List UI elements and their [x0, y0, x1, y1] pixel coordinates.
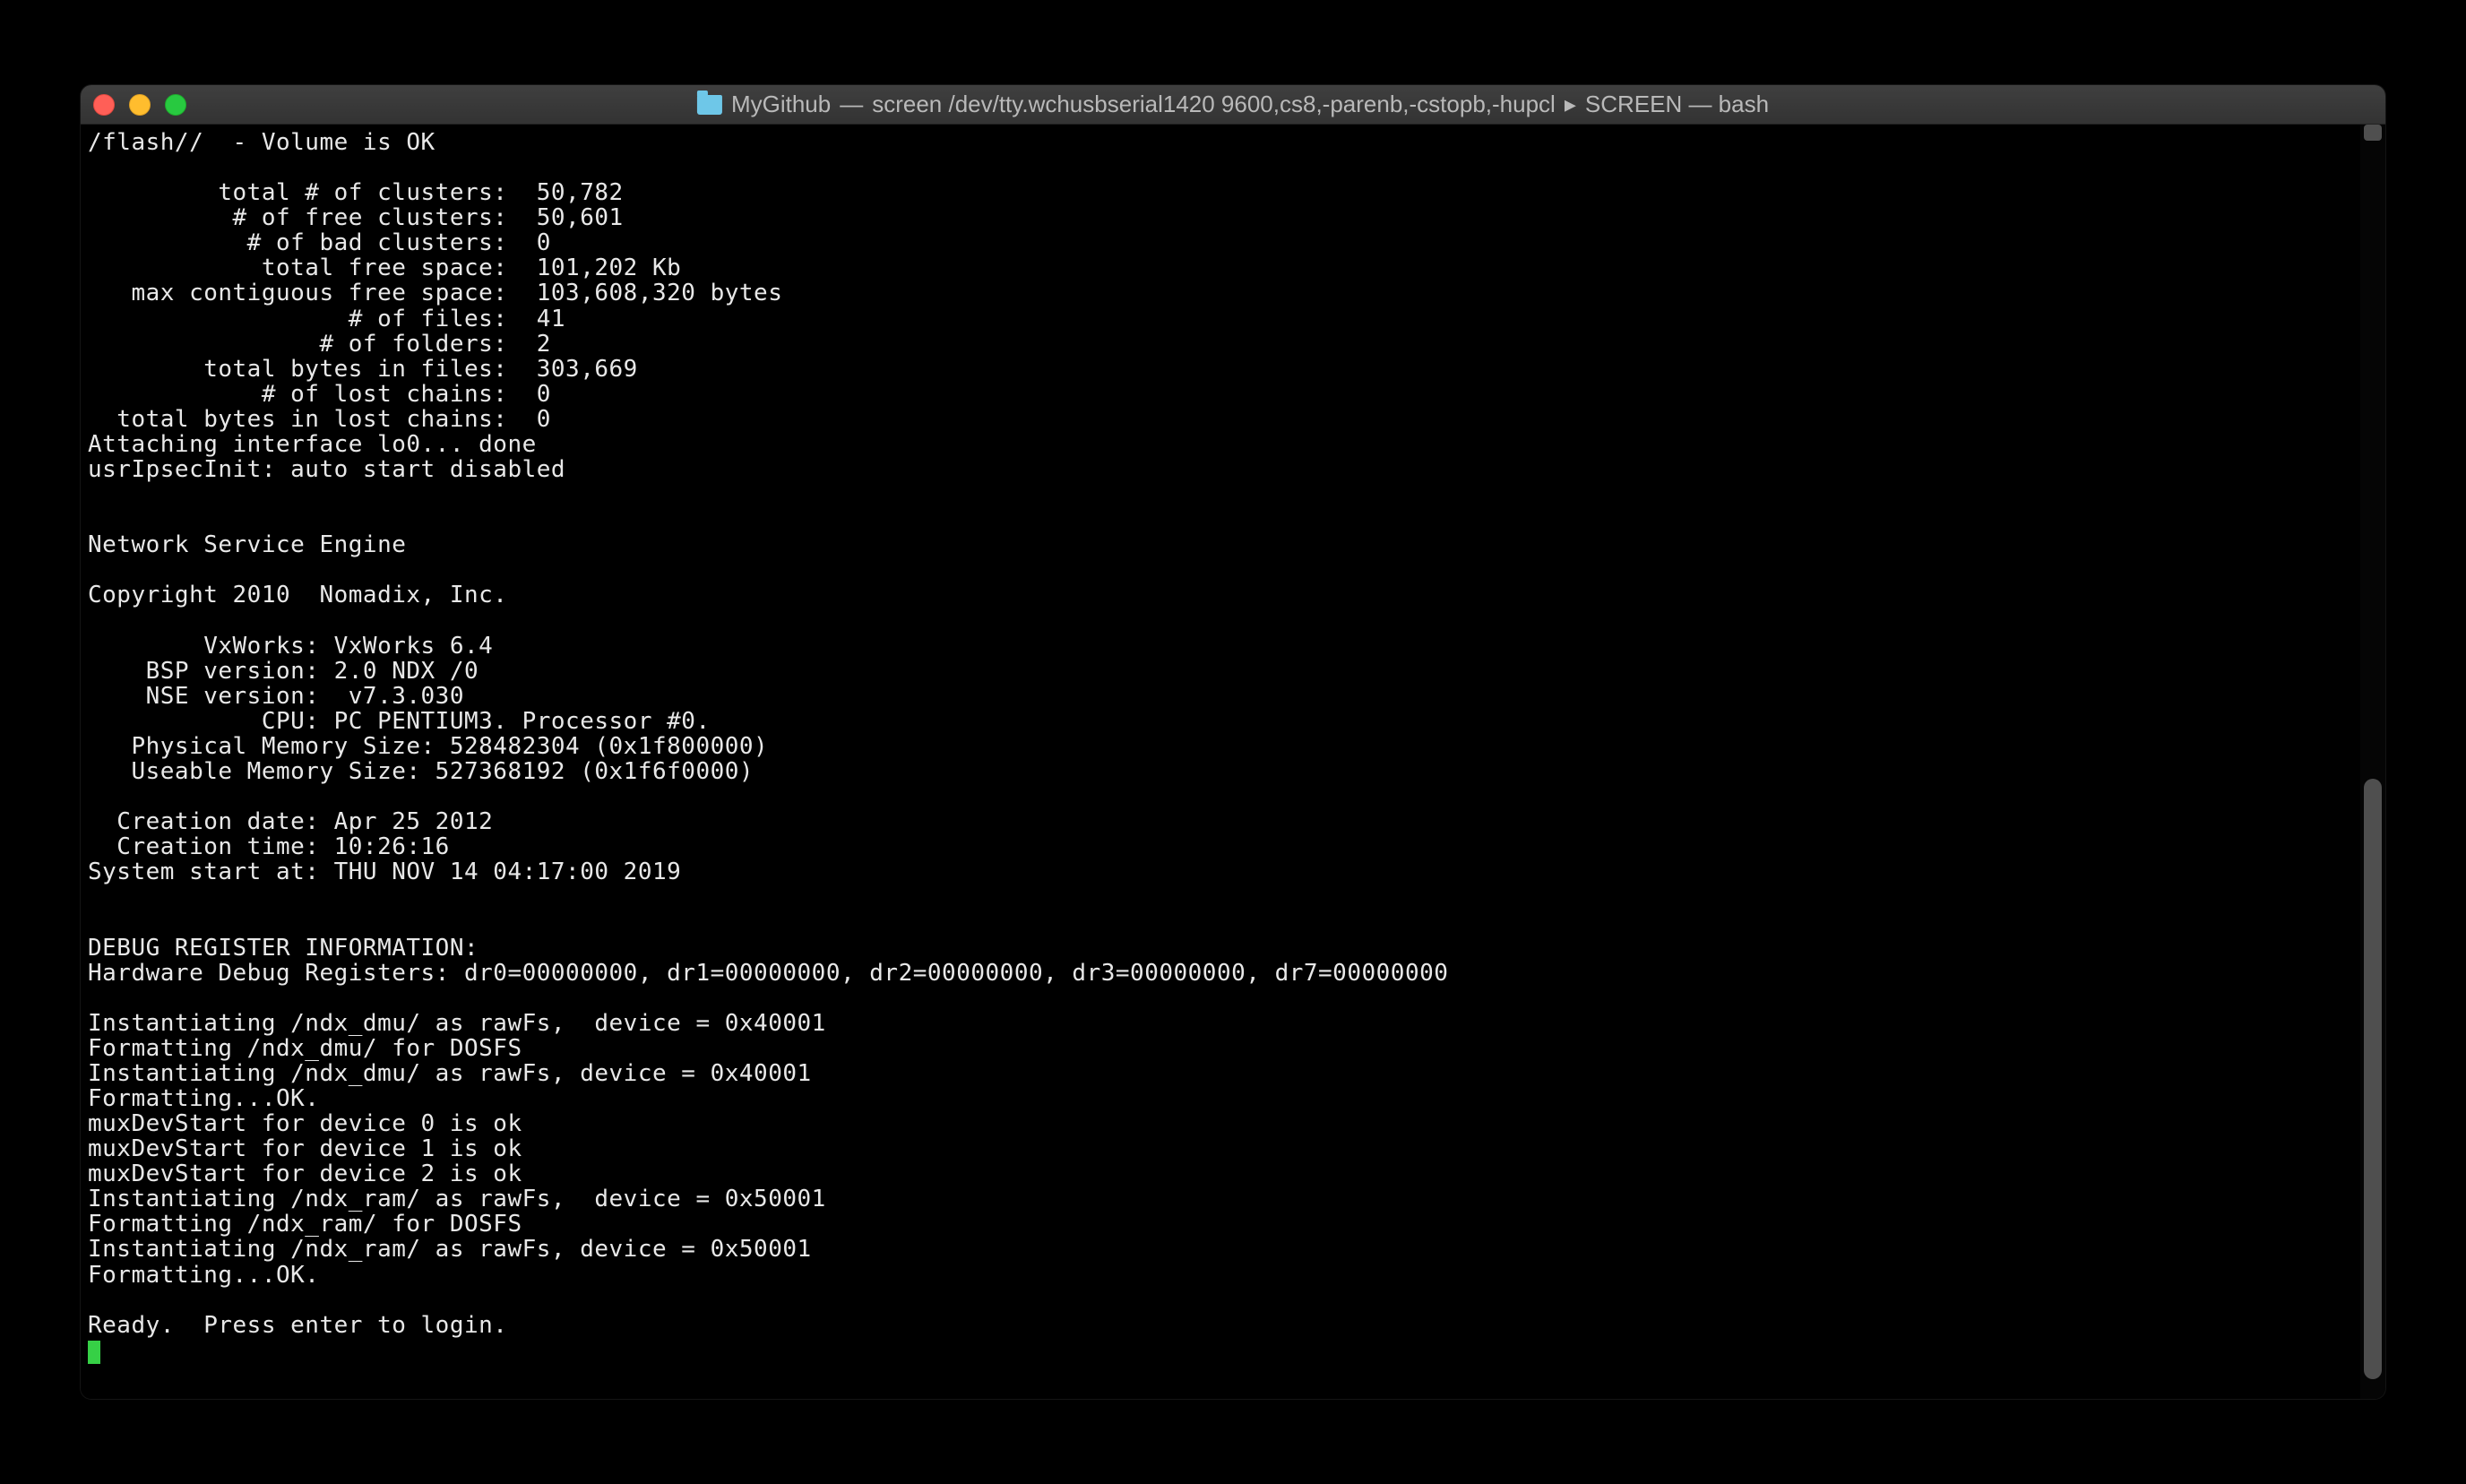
title-folder: MyGithub	[731, 91, 831, 118]
titlebar[interactable]: MyGithub — screen /dev/tty.wchusbserial1…	[81, 85, 2385, 125]
minimize-icon[interactable]	[129, 94, 151, 116]
terminal-body[interactable]: /flash// - Volume is OK total # of clust…	[81, 125, 2385, 1399]
scrollbar-thumb[interactable]	[2364, 779, 2382, 1379]
terminal-output[interactable]: /flash// - Volume is OK total # of clust…	[81, 125, 2360, 1399]
window-title: MyGithub — screen /dev/tty.wchusbserial1…	[697, 91, 1769, 118]
terminal-window: MyGithub — screen /dev/tty.wchusbserial1…	[81, 85, 2385, 1399]
title-sep1: —	[840, 91, 863, 118]
cursor	[88, 1341, 100, 1364]
folder-icon	[697, 95, 722, 115]
title-process: screen /dev/tty.wchusbserial1420 9600,cs…	[872, 91, 1556, 118]
title-right: SCREEN — bash	[1585, 91, 1769, 118]
window-controls	[93, 94, 186, 116]
close-icon[interactable]	[93, 94, 115, 116]
scrollbar[interactable]	[2360, 125, 2385, 1399]
scrollbar-cap	[2364, 125, 2382, 141]
maximize-icon[interactable]	[165, 94, 186, 116]
title-arrow: ▸	[1565, 91, 1576, 118]
